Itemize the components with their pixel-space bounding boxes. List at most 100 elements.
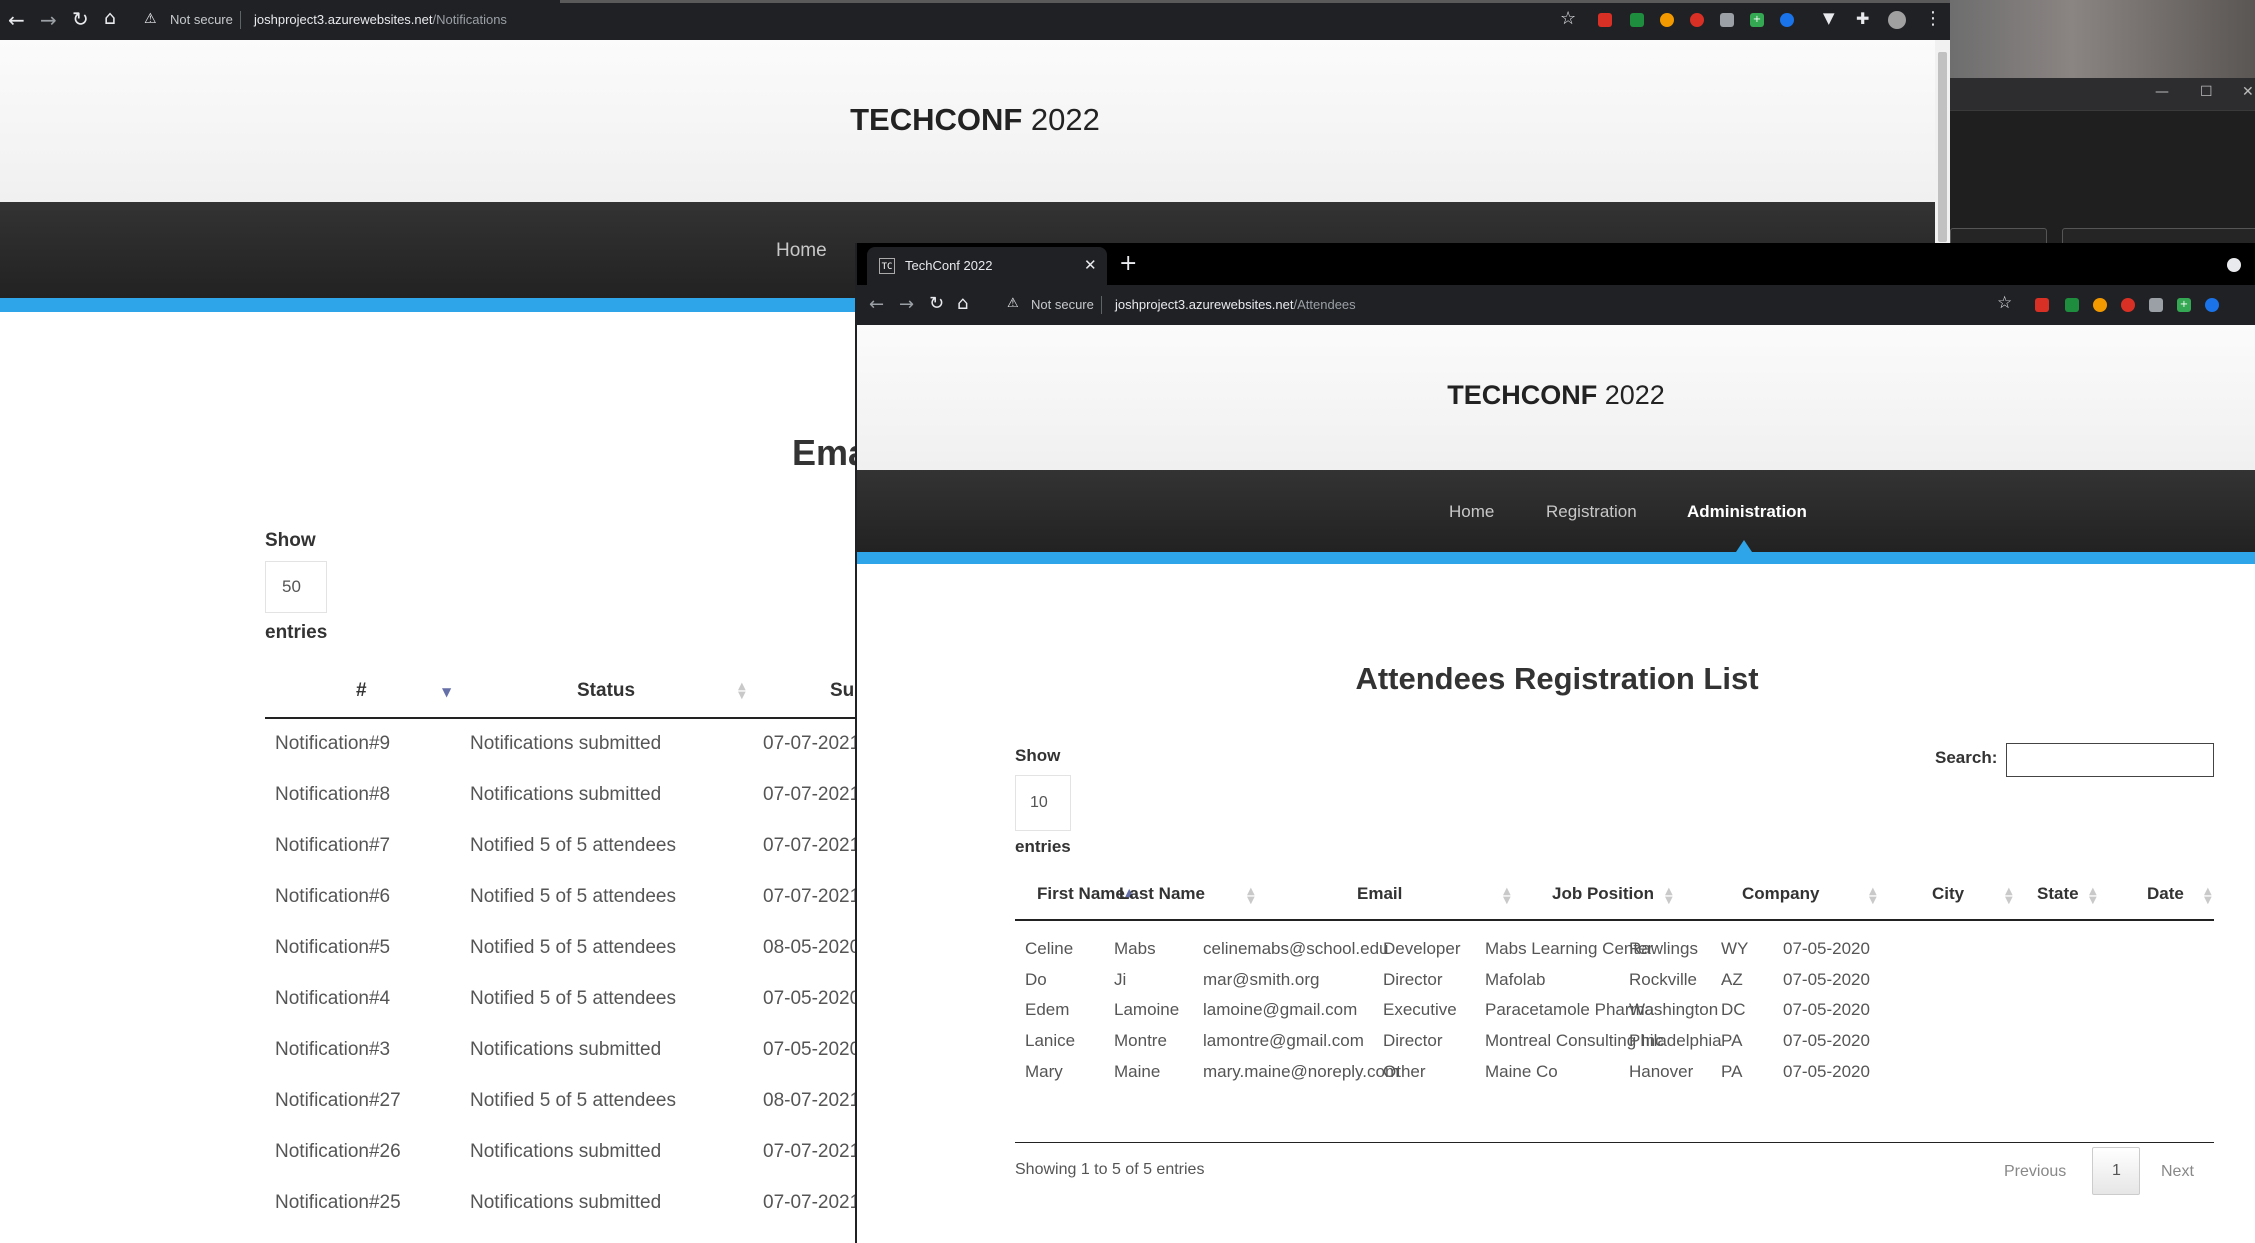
extension-icon[interactable] xyxy=(1780,13,1794,27)
show-label: Show xyxy=(1015,746,1061,765)
nav-home[interactable]: Home xyxy=(776,240,827,262)
extension-icon[interactable] xyxy=(2121,298,2135,312)
active-nav-indicator xyxy=(1736,540,1752,552)
reload-icon[interactable]: ↻ xyxy=(929,293,944,314)
column-header-date[interactable]: Date xyxy=(2147,884,2184,904)
extension-icon[interactable] xyxy=(2205,298,2219,312)
scrollbar-thumb[interactable] xyxy=(1938,52,1947,242)
forward-icon[interactable]: → xyxy=(899,294,914,315)
pagination-previous[interactable]: Previous xyxy=(2004,1163,2066,1181)
accent-bar xyxy=(857,552,2255,564)
reload-icon[interactable]: ↻ xyxy=(72,7,89,31)
attendee-company: Maine Co xyxy=(1485,1061,1558,1081)
nav-administration[interactable]: Administration xyxy=(1687,502,1807,522)
forward-icon[interactable]: → xyxy=(40,8,57,32)
entries-select[interactable]: 10 xyxy=(1015,775,1071,831)
brand-year: 2022 xyxy=(1597,380,1665,410)
extension-icon[interactable] xyxy=(2149,298,2163,312)
extension-icon[interactable] xyxy=(2035,298,2049,312)
attendee-job: Executive xyxy=(1383,1000,1457,1020)
site-brand[interactable]: TECHCONF 2022 xyxy=(0,102,1950,138)
desktop-wallpaper-photo xyxy=(1950,0,2255,78)
url-field[interactable]: joshproject3.azurewebsites.net/Notificat… xyxy=(254,12,507,27)
nav-registration[interactable]: Registration xyxy=(1546,502,1637,522)
notification-status: Notified 5 of 5 attendees xyxy=(470,988,676,1009)
url-field[interactable]: joshproject3.azurewebsites.net/Attendees xyxy=(1115,297,1356,312)
column-header-job-position[interactable]: Job Position xyxy=(1552,884,1654,904)
site-brand[interactable]: TECHCONF 2022 xyxy=(857,380,2255,411)
security-label[interactable]: Not secure xyxy=(170,12,233,27)
attendee-last: Ji xyxy=(1114,969,1127,989)
column-header-submitted[interactable]: Su xyxy=(830,680,854,702)
tab-techconf[interactable]: TC TechConf 2022 ✕ xyxy=(867,247,1107,285)
back-icon[interactable]: ← xyxy=(869,294,884,315)
column-header-state[interactable]: State xyxy=(2037,884,2079,904)
column-header-first-name[interactable]: First Name xyxy=(1037,884,1125,904)
new-tab-icon[interactable]: + xyxy=(1119,251,1137,276)
pagination-next[interactable]: Next xyxy=(2161,1163,2194,1181)
close-icon[interactable]: ✕ xyxy=(2242,84,2254,100)
column-header-company[interactable]: Company xyxy=(1742,884,1819,904)
search-input[interactable] xyxy=(2006,743,2214,777)
url-path: /Notifications xyxy=(432,12,507,27)
extension-icon[interactable] xyxy=(2065,298,2079,312)
home-icon[interactable]: ⌂ xyxy=(104,7,116,29)
extension-icon[interactable] xyxy=(1630,13,1644,27)
extension-icon[interactable]: + xyxy=(1750,13,1764,27)
warning-icon[interactable]: ⚠ xyxy=(144,11,157,27)
profile-avatar[interactable] xyxy=(1888,11,1906,29)
notification-date: 07-07-2021 xyxy=(763,1141,861,1162)
bookmark-star-icon[interactable]: ☆ xyxy=(1560,8,1576,29)
nav-home[interactable]: Home xyxy=(1449,502,1494,522)
home-icon[interactable]: ⌂ xyxy=(957,293,968,314)
attendee-state: WY xyxy=(1721,939,1749,958)
warning-icon[interactable]: ⚠ xyxy=(1007,296,1019,311)
column-header-city[interactable]: City xyxy=(1932,884,1964,904)
attendee-date: 07-05-2020 xyxy=(1783,939,1870,958)
close-tab-icon[interactable]: ✕ xyxy=(1084,256,1097,274)
notification-status: Notified 5 of 5 attendees xyxy=(470,835,676,856)
show-label: Show xyxy=(265,530,316,551)
notification-date: 07-07-2021 xyxy=(763,835,861,856)
attendee-last: Lamoine xyxy=(1114,1000,1180,1020)
extension-icon[interactable] xyxy=(1660,13,1674,27)
notification-status: Notifications submitted xyxy=(470,784,662,805)
entries-select[interactable]: 50 xyxy=(265,561,327,613)
notification-status: Notified 5 of 5 attendees xyxy=(470,1090,676,1111)
attendee-city: Hanover xyxy=(1629,1061,1694,1081)
extension-icon[interactable]: + xyxy=(2177,298,2191,312)
attendee-last: Maine xyxy=(1114,1061,1161,1081)
sort-icon: ▲ ▼ xyxy=(2089,886,2097,906)
window-top-edge xyxy=(560,0,1950,3)
table-info: Showing 1 to 5 of 5 entries xyxy=(1015,1161,1205,1178)
url-host: joshproject3.azurewebsites.net xyxy=(254,12,433,27)
column-header-email[interactable]: Email xyxy=(1357,884,1402,904)
extension-icon[interactable] xyxy=(2093,298,2107,312)
vue-devtools-icon[interactable]: ▼ xyxy=(1823,9,1835,27)
column-header-last-name[interactable]: Last Name xyxy=(1119,884,1205,904)
column-header-status[interactable]: Status xyxy=(577,680,635,702)
extension-icon[interactable] xyxy=(1598,13,1612,27)
minimize-icon[interactable]: — xyxy=(2155,84,2169,100)
back-icon[interactable]: ← xyxy=(8,8,25,32)
extension-icon[interactable] xyxy=(1720,13,1734,27)
maximize-icon[interactable]: ☐ xyxy=(2200,84,2213,100)
tab-search-icon[interactable] xyxy=(2227,258,2241,272)
column-header-number[interactable]: # xyxy=(356,680,367,702)
notification-name: Notification#25 xyxy=(275,1192,401,1213)
notification-status: Notifications submitted xyxy=(470,733,662,754)
attendee-first: Lanice xyxy=(1025,1031,1076,1051)
extension-icon[interactable] xyxy=(1690,13,1704,27)
attendee-date: 07-05-2020 xyxy=(1783,1061,1870,1081)
notification-date: 07-07-2021 xyxy=(763,886,861,907)
attendee-job: Other xyxy=(1383,1061,1426,1081)
url-path: /Attendees xyxy=(1293,297,1356,312)
security-label[interactable]: Not secure xyxy=(1031,297,1094,312)
bookmark-star-icon[interactable]: ☆ xyxy=(1997,293,2012,313)
extensions-puzzle-icon[interactable]: ✚ xyxy=(1856,9,1869,28)
more-menu-icon[interactable]: ⋮ xyxy=(1924,8,1942,29)
site-header: TECHCONF 2022 xyxy=(857,325,2255,470)
pagination-page-1[interactable]: 1 xyxy=(2092,1147,2140,1195)
attendee-last: Mabs xyxy=(1114,939,1156,958)
entries-label: entries xyxy=(265,622,328,643)
